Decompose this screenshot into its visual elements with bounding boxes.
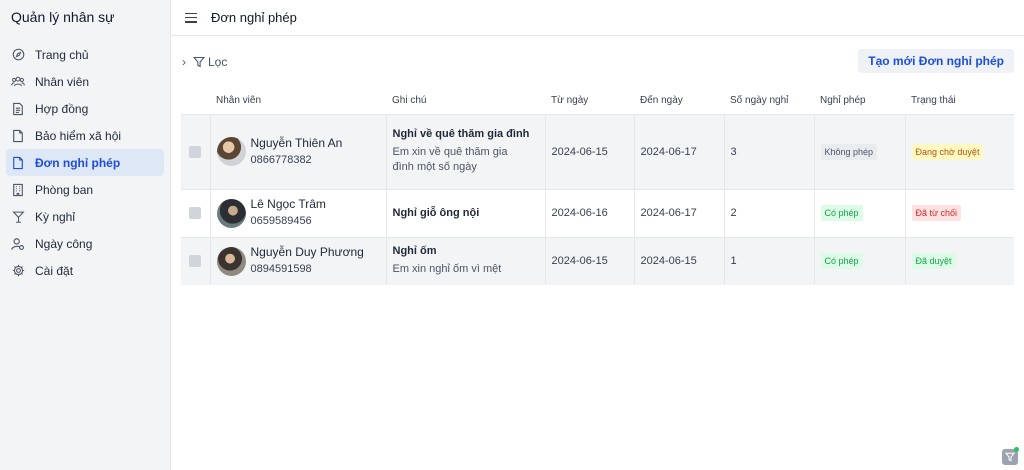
notification-dot	[1014, 447, 1019, 452]
column-header-select	[181, 88, 210, 114]
sidebar-item-label: Bảo hiểm xã hội	[35, 128, 122, 143]
employee-name: Nguyễn Thiên An	[250, 135, 343, 150]
from-date: 2024-06-16	[544, 189, 634, 237]
to-date: 2024-06-15	[633, 237, 724, 285]
gear-icon	[11, 264, 25, 278]
employee-name: Lê Ngọc Trâm	[250, 197, 326, 211]
feedback-icon[interactable]	[1002, 447, 1019, 465]
employee-phone: 0894591598	[250, 263, 312, 276]
leave-type-badge: Không phép	[820, 143, 878, 160]
table-row[interactable]: Lê Ngọc Trâm 0659589456 Nghỉ giỗ ông nội…	[181, 189, 1014, 237]
sidebar-item-label: Phòng ban	[35, 182, 94, 197]
sidebar-item-settings[interactable]: Cài đặt	[6, 257, 164, 284]
sidebar-item-leave-requests[interactable]: Đơn nghỉ phép	[6, 149, 164, 176]
from-date: 2024-06-15	[544, 237, 634, 285]
status-badge: Đang chờ duyệt	[911, 143, 984, 160]
sidebar-nav: Trang chủ Nhân viên Hợp đồng Bảo hiểm xã…	[0, 41, 170, 284]
days-off: 2	[723, 189, 814, 237]
sidebar-item-label: Đơn nghỉ phép	[35, 155, 121, 170]
leave-type-badge: Có phép	[820, 205, 863, 221]
days-off: 1	[723, 237, 814, 285]
column-header[interactable]: Nghỉ phép	[814, 88, 905, 114]
column-header[interactable]: Từ ngày	[545, 88, 634, 114]
sidebar-item-label: Nhân viên	[35, 74, 90, 89]
chevron-right-icon: ›	[182, 55, 186, 69]
sidebar-item-employees[interactable]: Nhân viên	[6, 68, 164, 95]
note-title: Nghỉ ốm	[392, 245, 437, 258]
sidebar-item-workdays[interactable]: Ngày công	[6, 230, 164, 257]
avatar	[216, 137, 246, 166]
sidebar-item-label: Cài đặt	[35, 263, 74, 278]
table-header-row: Nhân viên Ghi chú Từ ngày Đến ngày Số ng…	[181, 88, 1014, 114]
table-row[interactable]: Nguyễn Duy Phương 0894591598 Nghỉ ốm Em …	[181, 237, 1014, 285]
employee-name: Nguyễn Duy Phương	[250, 245, 364, 260]
status-badge: Đã từ chối	[911, 205, 962, 221]
column-header[interactable]: Đến ngày	[634, 88, 724, 114]
filter-toggle[interactable]: › Lọc	[182, 55, 227, 69]
menu-icon[interactable]	[185, 12, 197, 23]
note-title: Nghỉ giỗ ông nội	[392, 206, 480, 219]
to-date: 2024-06-17	[633, 114, 724, 189]
to-date: 2024-06-17	[633, 189, 724, 237]
column-header[interactable]: Nhân viên	[210, 88, 386, 114]
days-off: 3	[723, 114, 814, 189]
status-badge: Đã duyệt	[911, 253, 956, 270]
sidebar-item-insurance[interactable]: Bảo hiểm xã hội	[6, 122, 164, 149]
toolbar: › Lọc Tạo mới Đơn nghỉ phép	[171, 36, 1024, 86]
row-checkbox[interactable]	[189, 207, 201, 219]
filter-label: Lọc	[208, 55, 228, 69]
from-date: 2024-06-15	[544, 114, 634, 189]
page-title: Đơn nghỉ phép	[211, 10, 297, 25]
note-description: Em xin nghỉ ốm vì mệt	[392, 263, 502, 276]
sidebar-item-label: Ngày công	[35, 236, 93, 251]
leave-type-badge: Có phép	[820, 253, 863, 270]
avatar	[216, 198, 246, 228]
row-checkbox[interactable]	[189, 255, 201, 268]
main-content: Đơn nghỉ phép › Lọc Tạo mới Đơn nghỉ phé…	[171, 0, 1024, 470]
leave-requests-table: Nhân viên Ghi chú Từ ngày Đến ngày Số ng…	[181, 88, 1014, 285]
users-icon	[11, 75, 25, 89]
sidebar: Quản lý nhân sự Trang chủ Nhân viên Hợp …	[0, 0, 171, 470]
cocktail-icon	[11, 210, 25, 224]
table-row[interactable]: Nguyễn Thiên An 0866778382 Nghỉ về quê t…	[181, 114, 1014, 189]
row-checkbox[interactable]	[189, 145, 201, 158]
column-header[interactable]: Số ngày nghỉ	[724, 88, 814, 114]
sidebar-item-label: Hợp đồng	[35, 101, 89, 116]
compass-icon	[11, 48, 25, 62]
filter-icon	[193, 56, 205, 68]
column-header[interactable]: Ghi chú	[386, 88, 545, 114]
document-icon	[11, 102, 25, 116]
avatar	[216, 246, 246, 276]
file-icon	[11, 156, 25, 170]
employee-phone: 0659589456	[250, 215, 312, 227]
sidebar-item-home[interactable]: Trang chủ	[6, 41, 164, 68]
user-settings-icon	[11, 237, 25, 251]
page-header: Đơn nghỉ phép	[171, 0, 1024, 36]
column-header[interactable]: Trạng thái	[905, 88, 1014, 114]
sidebar-item-contracts[interactable]: Hợp đồng	[6, 95, 164, 122]
create-leave-request-button[interactable]: Tạo mới Đơn nghỉ phép	[858, 49, 1014, 73]
sidebar-item-departments[interactable]: Phòng ban	[6, 176, 164, 203]
employee-phone: 0866778382	[250, 153, 312, 166]
app-title: Quản lý nhân sự	[11, 9, 115, 25]
sidebar-item-holidays[interactable]: Kỳ nghỉ	[6, 203, 164, 230]
note-description: Em xin về quê thăm gia đình một số ngày	[392, 146, 508, 173]
sidebar-item-label: Trang chủ	[35, 47, 89, 62]
sidebar-item-label: Kỳ nghỉ	[35, 209, 76, 224]
building-icon	[11, 183, 25, 197]
file-icon	[11, 129, 25, 143]
note-title: Nghỉ về quê thăm gia đình	[392, 128, 530, 140]
